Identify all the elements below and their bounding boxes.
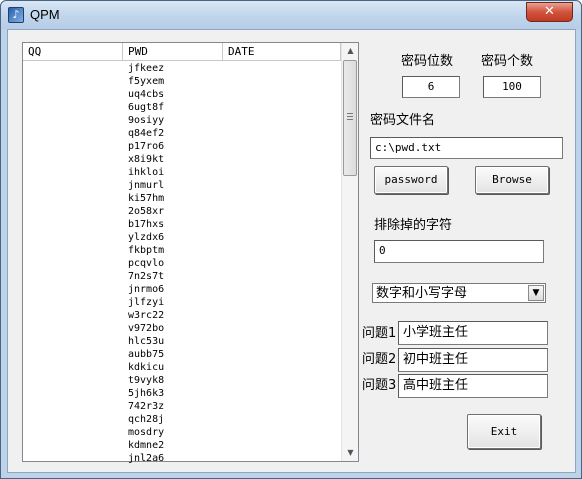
list-item[interactable]: 9osiyy — [128, 114, 228, 127]
vertical-scrollbar[interactable]: ▲ ▼ — [341, 43, 358, 461]
list-item[interactable]: x8i9kt — [128, 153, 228, 166]
charset-dropdown[interactable]: 数字和小写字母 ▼ — [372, 283, 546, 303]
list-item[interactable]: 5jh6k3 — [128, 387, 228, 400]
question1-label: 问题1 — [362, 326, 397, 341]
list-item[interactable]: jnrmo6 — [128, 283, 228, 296]
exit-button[interactable]: Exit — [467, 414, 541, 449]
list-item[interactable]: 7n2s7t — [128, 270, 228, 283]
file-label: 密码文件名 — [370, 113, 436, 128]
list-item[interactable]: jlfzyi — [128, 296, 228, 309]
list-item[interactable]: f5yxem — [128, 75, 228, 88]
password-list[interactable]: QQ PWD DATE jfkeez f5yxem uq4cbs 6ugt8f 9osi… — [22, 42, 359, 465]
list-item[interactable]: b17hxs — [128, 218, 228, 231]
list-item[interactable]: pcqvlo — [128, 257, 228, 270]
client-area: QQ PWD DATE jfkeez f5yxem uq4cbs 6ugt8f 9osi… — [7, 29, 576, 473]
question2-input[interactable]: 初中班主任 — [398, 348, 548, 372]
list-item[interactable]: q84ef2 — [128, 127, 228, 140]
exclude-input[interactable]: 0 — [374, 240, 544, 263]
list-item[interactable]: ylzdx6 — [128, 231, 228, 244]
count-input[interactable]: 100 — [483, 76, 541, 98]
scroll-thumb[interactable] — [343, 60, 357, 176]
list-item[interactable]: jfkeez — [128, 62, 228, 75]
list-item[interactable]: mosdry — [128, 426, 228, 439]
list-item[interactable]: ki57hm — [128, 192, 228, 205]
list-item[interactable]: v972bo — [128, 322, 228, 335]
password-button[interactable]: password — [374, 166, 448, 194]
column-header-date[interactable]: DATE — [223, 43, 341, 61]
list-item[interactable]: ihkloi — [128, 166, 228, 179]
length-label: 密码位数 — [401, 54, 454, 69]
question3-input[interactable]: 高中班主任 — [398, 374, 548, 398]
list-item[interactable]: uq4cbs — [128, 88, 228, 101]
list-item[interactable]: aubb75 — [128, 348, 228, 361]
list-item[interactable]: 6ugt8f — [128, 101, 228, 114]
close-button[interactable]: ✕ — [526, 2, 573, 22]
scroll-up-arrow-icon[interactable]: ▲ — [342, 43, 359, 59]
app-icon: ♪ — [8, 7, 24, 23]
list-item[interactable]: kdmne2 — [128, 439, 228, 452]
count-label: 密码个数 — [481, 54, 534, 69]
question2-label: 问题2 — [362, 352, 397, 367]
exclude-label: 排除掉的字符 — [374, 218, 453, 233]
list-body: jfkeez f5yxem uq4cbs 6ugt8f 9osiyy q84ef2 p17r… — [128, 62, 228, 465]
list-item[interactable]: kdkicu — [128, 361, 228, 374]
list-item[interactable]: 2o58xr — [128, 205, 228, 218]
column-header-qq[interactable]: QQ — [23, 43, 123, 61]
chevron-down-icon[interactable]: ▼ — [528, 285, 544, 301]
browse-button[interactable]: Browse — [475, 166, 549, 194]
scroll-down-arrow-icon[interactable]: ▼ — [342, 445, 359, 461]
column-header-pwd[interactable]: PWD — [123, 43, 223, 61]
question1-input[interactable]: 小学班主任 — [398, 321, 548, 345]
list-item[interactable]: hlc53u — [128, 335, 228, 348]
question3-label: 问题3 — [362, 378, 397, 393]
list-item[interactable]: w3rc22 — [128, 309, 228, 322]
list-item[interactable]: p17ro6 — [128, 140, 228, 153]
title-bar[interactable]: ♪ QPM ✕ — [1, 1, 581, 29]
charset-selected-value: 数字和小写字母 — [376, 286, 468, 301]
list-item[interactable]: jnl2a6 — [128, 452, 228, 465]
app-window: ♪ QPM ✕ QQ PWD DATE jfkeez f5yxem uq4cbs 6u… — [0, 0, 582, 479]
list-item[interactable]: t9vyk8 — [128, 374, 228, 387]
list-item[interactable]: fkbptm — [128, 244, 228, 257]
file-input[interactable]: c:\pwd.txt — [370, 137, 563, 159]
list-item[interactable]: qch28j — [128, 413, 228, 426]
grip-icon — [347, 113, 353, 120]
length-input[interactable]: 6 — [402, 76, 460, 98]
list-item[interactable]: 742r3z — [128, 400, 228, 413]
list-item[interactable]: jnmurl — [128, 179, 228, 192]
window-title: QPM — [30, 7, 60, 22]
list-header: QQ PWD DATE — [23, 43, 341, 61]
